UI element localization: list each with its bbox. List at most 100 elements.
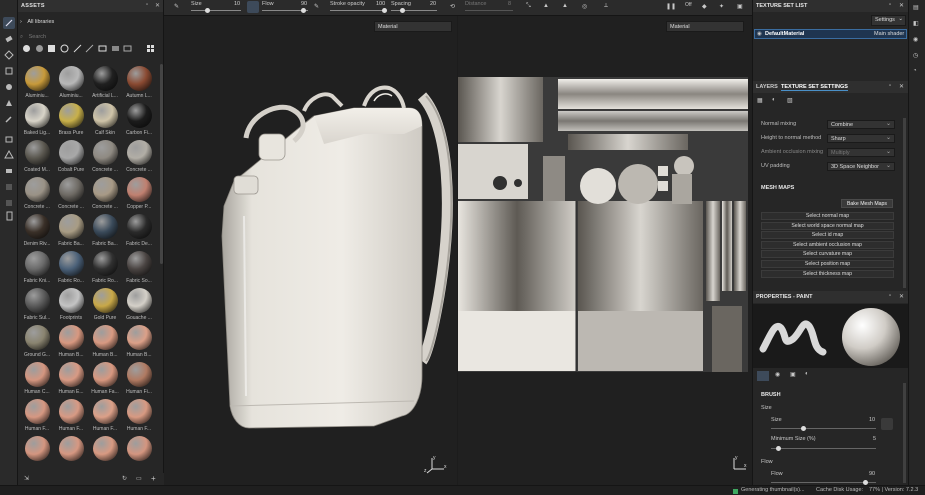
setting-dropdown[interactable]: Combine bbox=[827, 120, 895, 129]
trash-icon[interactable]: ▭ bbox=[136, 475, 142, 482]
smudge-tool[interactable] bbox=[3, 81, 15, 93]
mountain-icon[interactable]: ▲ bbox=[543, 3, 549, 9]
asset-tile[interactable]: Human F... bbox=[54, 397, 88, 434]
brush-tab-icon[interactable] bbox=[757, 371, 769, 381]
uv-icon[interactable]: ▧ bbox=[787, 97, 793, 104]
bake-tool[interactable] bbox=[3, 133, 15, 145]
texture-set-icon[interactable]: ▦ bbox=[757, 97, 763, 104]
mesh-map-slot[interactable]: Select normal map bbox=[761, 212, 894, 220]
mesh-map-slot[interactable]: Select ambient occlusion map bbox=[761, 240, 894, 249]
asset-tile[interactable]: Human Fa... bbox=[88, 360, 122, 397]
brush-preview[interactable] bbox=[753, 304, 909, 368]
mesh-map-slot[interactable]: Select curvature map bbox=[761, 250, 894, 259]
material-filter-icon[interactable] bbox=[22, 44, 31, 53]
asset-tile[interactable]: Autumn L... bbox=[122, 64, 156, 101]
asset-tile[interactable]: Human B... bbox=[54, 323, 88, 360]
setting-dropdown[interactable]: Sharp bbox=[827, 134, 895, 143]
viewport-3d[interactable]: Material x y z bbox=[164, 16, 457, 485]
brush-flow-value[interactable]: 90 bbox=[869, 471, 875, 477]
asset-tile[interactable]: Human B... bbox=[88, 323, 122, 360]
texture-filter-icon[interactable] bbox=[60, 44, 69, 53]
asset-tile[interactable]: Footprints bbox=[54, 286, 88, 323]
environment-filter-icon[interactable] bbox=[98, 44, 107, 53]
asset-tile[interactable]: Human F... bbox=[88, 397, 122, 434]
mesh-map-slot[interactable]: Select thickness map bbox=[761, 269, 894, 278]
undock-icon[interactable]: ▫ bbox=[146, 2, 148, 8]
tab-layers[interactable]: LAYERS bbox=[756, 84, 778, 90]
shelf-tool[interactable] bbox=[3, 197, 15, 209]
asset-tile[interactable]: Fabric Kni... bbox=[20, 249, 54, 286]
asset-tile[interactable]: Fabric Ba... bbox=[54, 212, 88, 249]
bake-icon[interactable]: ◐ bbox=[772, 97, 776, 103]
asset-tile[interactable]: Baked Lig... bbox=[20, 101, 54, 138]
asset-tile[interactable]: Human F... bbox=[20, 397, 54, 434]
asset-tile[interactable]: Aluminiu... bbox=[20, 64, 54, 101]
distance-value[interactable]: 8 bbox=[508, 1, 511, 7]
asset-tile[interactable]: Fabric Ro... bbox=[54, 249, 88, 286]
asset-tile[interactable]: Concrete ... bbox=[122, 138, 156, 175]
undock-icon[interactable]: ▫ bbox=[889, 2, 891, 8]
mesh-map-slot[interactable]: Select id map bbox=[761, 231, 894, 240]
asset-tile[interactable]: Concrete ... bbox=[54, 175, 88, 212]
stroke-opacity-slider[interactable] bbox=[330, 10, 386, 11]
alpha-filter-icon[interactable] bbox=[85, 44, 94, 53]
size-slider[interactable] bbox=[191, 10, 241, 11]
pressure-icon[interactable] bbox=[247, 1, 259, 13]
close-icon[interactable]: ✕ bbox=[155, 2, 160, 9]
min-size-knob[interactable] bbox=[776, 446, 781, 451]
asset-tile[interactable]: Fabric De... bbox=[122, 212, 156, 249]
pen-pressure-icon[interactable] bbox=[881, 418, 893, 430]
visibility-icon[interactable]: ◉ bbox=[757, 31, 762, 37]
asset-tile[interactable]: Concrete ... bbox=[88, 138, 122, 175]
layers-icon[interactable]: ◧ bbox=[913, 20, 919, 27]
setting-dropdown[interactable]: Multiply bbox=[827, 148, 895, 157]
stencil-icon[interactable]: ▲ bbox=[562, 3, 568, 9]
asset-tile[interactable]: Human E... bbox=[54, 360, 88, 397]
flow-slider-knob[interactable] bbox=[301, 8, 306, 13]
asset-tile[interactable]: Copper P... bbox=[122, 175, 156, 212]
asset-tile[interactable]: Concrete ... bbox=[20, 175, 54, 212]
refresh-icon[interactable]: ↻ bbox=[122, 475, 127, 482]
properties-scrollbar[interactable] bbox=[903, 383, 906, 483]
texture-set-list-icon[interactable]: ▤ bbox=[913, 4, 919, 11]
properties-icon[interactable]: ◉ bbox=[913, 36, 918, 43]
mask-filter-icon[interactable] bbox=[47, 44, 56, 53]
brush-filter-icon[interactable] bbox=[73, 44, 82, 53]
brush-flow-slider[interactable] bbox=[771, 482, 876, 483]
asset-tile[interactable]: Carbon Fi... bbox=[122, 101, 156, 138]
asset-tile[interactable]: Human F... bbox=[122, 397, 156, 434]
stroke-opacity-value[interactable]: 100 bbox=[376, 1, 385, 7]
bake-mesh-maps-button[interactable]: Bake Mesh Maps bbox=[841, 199, 893, 208]
tab-texture-set-settings[interactable]: TEXTURE SET SETTINGS bbox=[781, 84, 848, 91]
grid-view-icon[interactable] bbox=[146, 44, 155, 53]
asset-tile[interactable] bbox=[20, 434, 54, 469]
asset-tile[interactable]: Fabric Sul... bbox=[20, 286, 54, 323]
spacing-value[interactable]: 20 bbox=[430, 1, 436, 7]
texture-set-row[interactable]: ◉ DefaultMaterial Main shader bbox=[754, 29, 907, 39]
pause-icon[interactable]: ❚❚ bbox=[666, 3, 676, 10]
close-icon[interactable]: ✕ bbox=[899, 2, 904, 9]
history-icon[interactable]: ◷ bbox=[913, 52, 918, 59]
setting-dropdown[interactable]: 3D Space Neighbor bbox=[827, 162, 895, 171]
display-mode[interactable]: Off bbox=[685, 2, 692, 8]
image-filter-icon[interactable] bbox=[111, 44, 120, 53]
spacing-slider-knob[interactable] bbox=[400, 8, 405, 13]
assets-scrollbar[interactable] bbox=[160, 64, 163, 264]
texture-tab-icon[interactable]: ◐ bbox=[805, 371, 809, 377]
lazy-mouse-icon[interactable]: ⟲ bbox=[450, 3, 455, 10]
document-tool[interactable] bbox=[3, 210, 15, 222]
brush-size-knob[interactable] bbox=[801, 426, 806, 431]
align-icon[interactable]: ⟂ bbox=[604, 3, 608, 10]
stroke-opacity-knob[interactable] bbox=[382, 8, 387, 13]
asset-search[interactable]: ⌕ Search bbox=[20, 31, 160, 43]
close-icon[interactable]: ✕ bbox=[899, 293, 904, 300]
asset-tile[interactable]: Gouache ... bbox=[122, 286, 156, 323]
spacing-slider[interactable] bbox=[391, 10, 437, 11]
material-tool[interactable] bbox=[3, 181, 15, 193]
close-icon[interactable]: ✕ bbox=[899, 83, 904, 90]
asset-tile[interactable]: Fabric Ro... bbox=[88, 249, 122, 286]
camera-icon[interactable]: ▣ bbox=[737, 3, 743, 10]
search-input[interactable]: Search bbox=[29, 34, 46, 40]
brush-size-value[interactable]: 10 bbox=[869, 417, 875, 423]
asset-tile[interactable] bbox=[54, 434, 88, 469]
